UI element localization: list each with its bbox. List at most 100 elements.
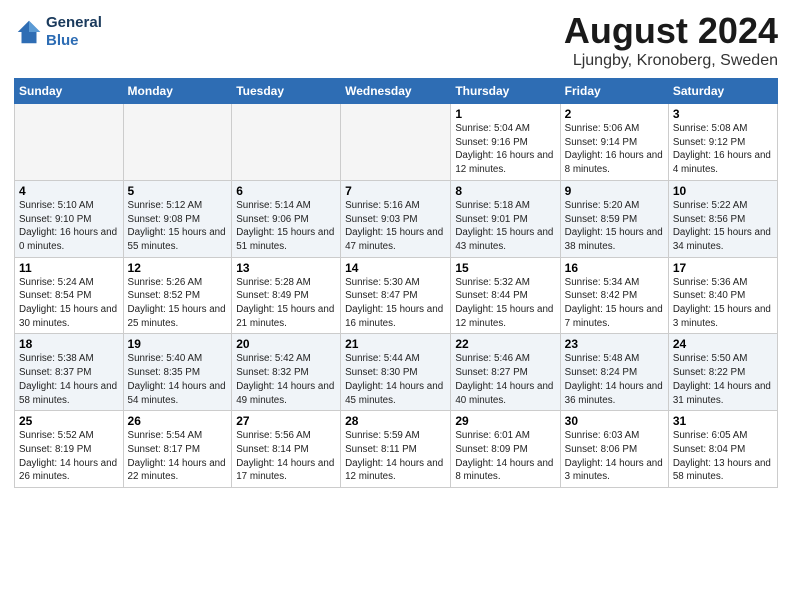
- day-info: Sunrise: 5:32 AM Sunset: 8:44 PM Dayligh…: [455, 276, 555, 331]
- calendar-cell: 14Sunrise: 5:30 AM Sunset: 8:47 PM Dayli…: [341, 257, 451, 334]
- day-number: 3: [673, 107, 773, 121]
- day-info: Sunrise: 5:42 AM Sunset: 8:32 PM Dayligh…: [236, 352, 336, 407]
- logo-text: General Blue: [46, 14, 102, 50]
- calendar-cell: 13Sunrise: 5:28 AM Sunset: 8:49 PM Dayli…: [232, 257, 341, 334]
- calendar-cell: 29Sunrise: 6:01 AM Sunset: 8:09 PM Dayli…: [451, 411, 560, 488]
- calendar-cell: 3Sunrise: 5:08 AM Sunset: 9:12 PM Daylig…: [668, 104, 777, 181]
- day-info: Sunrise: 5:08 AM Sunset: 9:12 PM Dayligh…: [673, 122, 773, 177]
- day-info: Sunrise: 5:20 AM Sunset: 8:59 PM Dayligh…: [565, 199, 664, 254]
- calendar-cell: 21Sunrise: 5:44 AM Sunset: 8:30 PM Dayli…: [341, 334, 451, 411]
- day-number: 7: [345, 184, 446, 198]
- day-info: Sunrise: 5:38 AM Sunset: 8:37 PM Dayligh…: [19, 352, 119, 407]
- calendar-cell: 31Sunrise: 6:05 AM Sunset: 8:04 PM Dayli…: [668, 411, 777, 488]
- day-number: 9: [565, 184, 664, 198]
- calendar-cell: 20Sunrise: 5:42 AM Sunset: 8:32 PM Dayli…: [232, 334, 341, 411]
- day-number: 17: [673, 261, 773, 275]
- calendar-cell: 10Sunrise: 5:22 AM Sunset: 8:56 PM Dayli…: [668, 180, 777, 257]
- day-info: Sunrise: 5:44 AM Sunset: 8:30 PM Dayligh…: [345, 352, 446, 407]
- day-number: 25: [19, 414, 119, 428]
- day-number: 24: [673, 337, 773, 351]
- calendar-cell: 25Sunrise: 5:52 AM Sunset: 8:19 PM Dayli…: [15, 411, 124, 488]
- day-of-week-header: Sunday: [15, 79, 124, 104]
- calendar-week-row: 18Sunrise: 5:38 AM Sunset: 8:37 PM Dayli…: [15, 334, 778, 411]
- day-number: 2: [565, 107, 664, 121]
- day-number: 13: [236, 261, 336, 275]
- calendar-cell: 17Sunrise: 5:36 AM Sunset: 8:40 PM Dayli…: [668, 257, 777, 334]
- day-of-week-header: Saturday: [668, 79, 777, 104]
- day-info: Sunrise: 5:36 AM Sunset: 8:40 PM Dayligh…: [673, 276, 773, 331]
- calendar-cell: 11Sunrise: 5:24 AM Sunset: 8:54 PM Dayli…: [15, 257, 124, 334]
- calendar-cell: [341, 104, 451, 181]
- calendar-cell: 28Sunrise: 5:59 AM Sunset: 8:11 PM Dayli…: [341, 411, 451, 488]
- day-info: Sunrise: 5:26 AM Sunset: 8:52 PM Dayligh…: [128, 276, 228, 331]
- day-info: Sunrise: 5:28 AM Sunset: 8:49 PM Dayligh…: [236, 276, 336, 331]
- day-number: 20: [236, 337, 336, 351]
- calendar-cell: 22Sunrise: 5:46 AM Sunset: 8:27 PM Dayli…: [451, 334, 560, 411]
- day-info: Sunrise: 5:46 AM Sunset: 8:27 PM Dayligh…: [455, 352, 555, 407]
- day-number: 21: [345, 337, 446, 351]
- day-number: 27: [236, 414, 336, 428]
- calendar-cell: 7Sunrise: 5:16 AM Sunset: 9:03 PM Daylig…: [341, 180, 451, 257]
- day-number: 28: [345, 414, 446, 428]
- day-of-week-header: Tuesday: [232, 79, 341, 104]
- calendar-cell: 8Sunrise: 5:18 AM Sunset: 9:01 PM Daylig…: [451, 180, 560, 257]
- page: General Blue August 2024 Ljungby, Kronob…: [0, 0, 792, 612]
- day-number: 12: [128, 261, 228, 275]
- day-info: Sunrise: 5:12 AM Sunset: 9:08 PM Dayligh…: [128, 199, 228, 254]
- calendar-table: SundayMondayTuesdayWednesdayThursdayFrid…: [14, 78, 778, 488]
- day-info: Sunrise: 5:16 AM Sunset: 9:03 PM Dayligh…: [345, 199, 446, 254]
- day-info: Sunrise: 5:10 AM Sunset: 9:10 PM Dayligh…: [19, 199, 119, 254]
- location-title: Ljungby, Kronoberg, Sweden: [564, 52, 778, 70]
- day-info: Sunrise: 5:14 AM Sunset: 9:06 PM Dayligh…: [236, 199, 336, 254]
- day-info: Sunrise: 5:34 AM Sunset: 8:42 PM Dayligh…: [565, 276, 664, 331]
- day-info: Sunrise: 5:59 AM Sunset: 8:11 PM Dayligh…: [345, 429, 446, 484]
- day-number: 14: [345, 261, 446, 275]
- calendar-week-row: 4Sunrise: 5:10 AM Sunset: 9:10 PM Daylig…: [15, 180, 778, 257]
- day-info: Sunrise: 5:52 AM Sunset: 8:19 PM Dayligh…: [19, 429, 119, 484]
- day-info: Sunrise: 5:04 AM Sunset: 9:16 PM Dayligh…: [455, 122, 555, 177]
- calendar-cell: 5Sunrise: 5:12 AM Sunset: 9:08 PM Daylig…: [123, 180, 232, 257]
- day-number: 22: [455, 337, 555, 351]
- calendar-cell: 4Sunrise: 5:10 AM Sunset: 9:10 PM Daylig…: [15, 180, 124, 257]
- title-block: August 2024 Ljungby, Kronoberg, Sweden: [564, 10, 778, 70]
- calendar-cell: 18Sunrise: 5:38 AM Sunset: 8:37 PM Dayli…: [15, 334, 124, 411]
- day-number: 15: [455, 261, 555, 275]
- calendar-cell: 12Sunrise: 5:26 AM Sunset: 8:52 PM Dayli…: [123, 257, 232, 334]
- logo-icon: [14, 17, 44, 47]
- day-number: 1: [455, 107, 555, 121]
- day-info: Sunrise: 5:06 AM Sunset: 9:14 PM Dayligh…: [565, 122, 664, 177]
- day-number: 16: [565, 261, 664, 275]
- calendar-cell: 9Sunrise: 5:20 AM Sunset: 8:59 PM Daylig…: [560, 180, 668, 257]
- month-title: August 2024: [564, 10, 778, 52]
- calendar-cell: 26Sunrise: 5:54 AM Sunset: 8:17 PM Dayli…: [123, 411, 232, 488]
- day-info: Sunrise: 5:40 AM Sunset: 8:35 PM Dayligh…: [128, 352, 228, 407]
- calendar-cell: [123, 104, 232, 181]
- day-info: Sunrise: 6:03 AM Sunset: 8:06 PM Dayligh…: [565, 429, 664, 484]
- day-info: Sunrise: 5:30 AM Sunset: 8:47 PM Dayligh…: [345, 276, 446, 331]
- day-info: Sunrise: 5:48 AM Sunset: 8:24 PM Dayligh…: [565, 352, 664, 407]
- day-of-week-header: Monday: [123, 79, 232, 104]
- day-info: Sunrise: 5:50 AM Sunset: 8:22 PM Dayligh…: [673, 352, 773, 407]
- calendar-cell: [15, 104, 124, 181]
- day-info: Sunrise: 6:01 AM Sunset: 8:09 PM Dayligh…: [455, 429, 555, 484]
- day-info: Sunrise: 6:05 AM Sunset: 8:04 PM Dayligh…: [673, 429, 773, 484]
- day-number: 23: [565, 337, 664, 351]
- day-number: 19: [128, 337, 228, 351]
- day-of-week-header: Friday: [560, 79, 668, 104]
- day-of-week-header: Wednesday: [341, 79, 451, 104]
- day-number: 18: [19, 337, 119, 351]
- header: General Blue August 2024 Ljungby, Kronob…: [14, 10, 778, 70]
- day-of-week-header: Thursday: [451, 79, 560, 104]
- day-number: 8: [455, 184, 555, 198]
- header-row: SundayMondayTuesdayWednesdayThursdayFrid…: [15, 79, 778, 104]
- day-number: 11: [19, 261, 119, 275]
- day-number: 5: [128, 184, 228, 198]
- calendar-week-row: 25Sunrise: 5:52 AM Sunset: 8:19 PM Dayli…: [15, 411, 778, 488]
- calendar-cell: 2Sunrise: 5:06 AM Sunset: 9:14 PM Daylig…: [560, 104, 668, 181]
- day-info: Sunrise: 5:18 AM Sunset: 9:01 PM Dayligh…: [455, 199, 555, 254]
- calendar-cell: 23Sunrise: 5:48 AM Sunset: 8:24 PM Dayli…: [560, 334, 668, 411]
- day-info: Sunrise: 5:54 AM Sunset: 8:17 PM Dayligh…: [128, 429, 228, 484]
- calendar-cell: 16Sunrise: 5:34 AM Sunset: 8:42 PM Dayli…: [560, 257, 668, 334]
- day-number: 10: [673, 184, 773, 198]
- day-number: 29: [455, 414, 555, 428]
